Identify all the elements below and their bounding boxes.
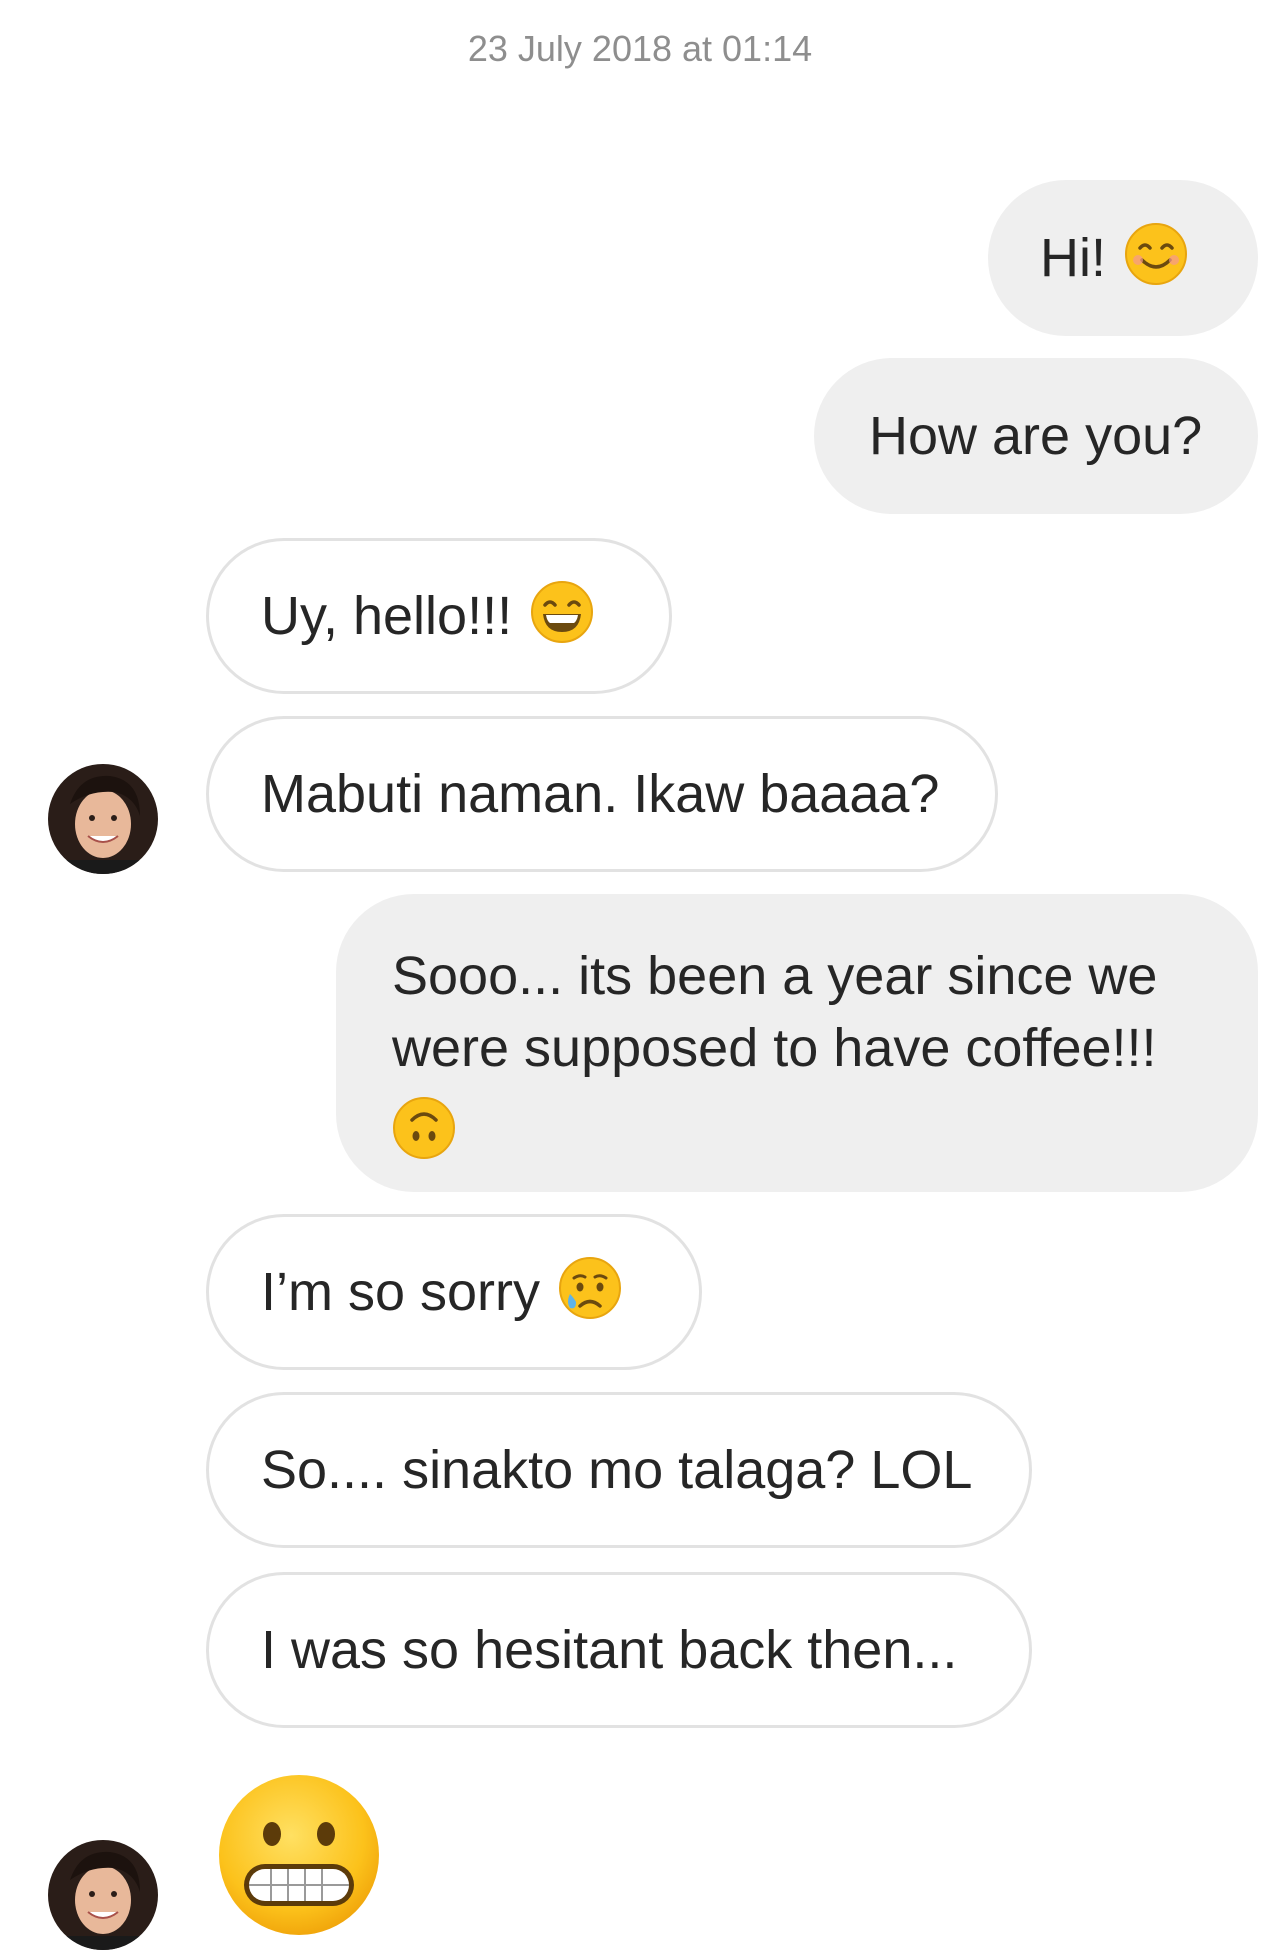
upside-down-face-icon [392,1096,456,1160]
grimacing-face-icon[interactable] [216,1772,382,1938]
message-bubble-incoming[interactable]: I’m so sorry [206,1214,702,1370]
message-text: Mabuti naman. Ikaw baaaa? [261,764,940,824]
message-text: I was so hesitant back then... [261,1620,958,1680]
crying-face-icon [558,1256,622,1320]
message-bubble-outgoing[interactable]: How are you? [814,358,1258,514]
message-bubble-outgoing[interactable]: Sooo... its been a year since we were su… [336,894,1258,1192]
message-bubble-incoming[interactable]: Mabuti naman. Ikaw baaaa? [206,716,998,872]
avatar[interactable] [48,1840,158,1950]
message-text: Hi! [1040,228,1106,288]
message-bubble-incoming[interactable]: I was so hesitant back then... [206,1572,1032,1728]
avatar[interactable] [48,764,158,874]
message-text: Sooo... its been a year since we were su… [392,946,1158,1078]
grinning-face-icon [530,580,594,644]
smiling-face-icon [1124,222,1188,286]
message-text: So.... sinakto mo talaga? LOL [261,1440,973,1500]
message-bubble-incoming[interactable]: Uy, hello!!! [206,538,672,694]
message-text: Uy, hello!!! [261,586,513,646]
message-text: I’m so sorry [261,1262,541,1322]
message-bubble-outgoing[interactable]: Hi! [988,180,1258,336]
message-bubble-incoming[interactable]: So.... sinakto mo talaga? LOL [206,1392,1032,1548]
timestamp: 23 July 2018 at 01:14 [467,28,813,69]
message-text: How are you? [869,406,1203,466]
